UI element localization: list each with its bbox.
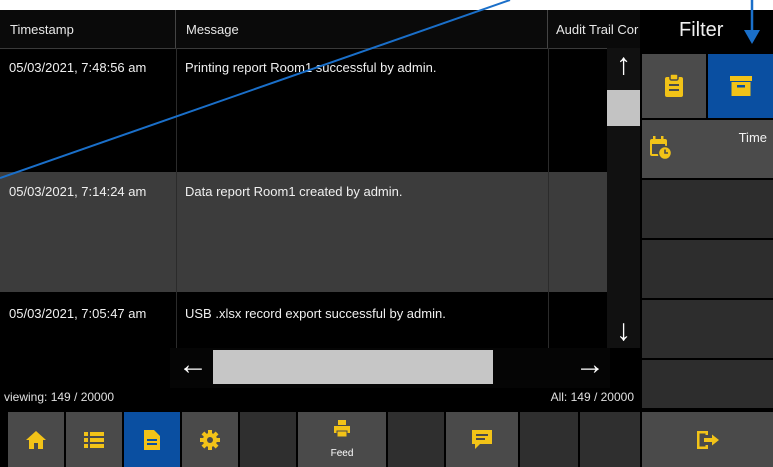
clipboard-icon [665, 74, 683, 97]
logout-icon [696, 430, 719, 449]
empty-toolbar-slot[interactable] [520, 412, 578, 467]
home-icon [26, 430, 46, 449]
row-message: Data report Room1 created by admin. [185, 184, 403, 199]
feed-label: Feed [330, 448, 354, 459]
bottom-toolbar: Feed [0, 408, 773, 467]
vertical-scroll-thumb[interactable] [607, 90, 640, 126]
column-divider [548, 48, 549, 348]
filter-time-label: Time [738, 130, 767, 145]
row-timestamp: 05/03/2021, 7:05:47 am [9, 306, 147, 321]
filter-title: Filter [679, 19, 724, 41]
column-header-audit-trail[interactable]: Audit Trail Cor [548, 10, 640, 48]
row-timestamp: 05/03/2021, 7:14:24 am [9, 184, 147, 199]
filter-slot-button[interactable] [642, 240, 773, 298]
row-timestamp: 05/03/2021, 7:48:56 am [9, 60, 147, 75]
table-body: 05/03/2021, 7:48:56 am Printing report R… [0, 48, 610, 348]
scroll-right-arrow[interactable]: → [575, 350, 605, 380]
scroll-left-arrow[interactable]: ← [178, 350, 208, 380]
column-header-timestamp[interactable]: Timestamp [0, 10, 176, 48]
column-header-message[interactable]: Message [176, 10, 548, 48]
list-icon [84, 431, 104, 448]
empty-toolbar-slot[interactable] [580, 412, 640, 467]
logout-button[interactable] [642, 412, 773, 467]
gear-icon [200, 429, 220, 450]
filter-slot-button[interactable] [642, 300, 773, 358]
table-row[interactable]: 05/03/2021, 7:14:24 am Data report Room1… [0, 172, 610, 292]
table-row[interactable]: 05/03/2021, 7:48:56 am Printing report R… [0, 48, 610, 168]
audit-trail-button[interactable] [124, 412, 180, 467]
archive-icon [729, 76, 752, 96]
filter-archive-button[interactable] [708, 54, 773, 118]
row-message: USB .xlsx record export successful by ad… [185, 306, 446, 321]
messages-button[interactable] [446, 412, 518, 467]
feed-icon [334, 420, 350, 438]
total-count: All: 149 / 20000 [550, 390, 634, 404]
table-header: Timestamp Message Audit Trail Cor [0, 10, 640, 49]
horizontal-scroll-thumb[interactable] [213, 350, 493, 384]
list-button[interactable] [66, 412, 122, 467]
feed-button[interactable]: Feed [298, 412, 386, 467]
home-button[interactable] [8, 412, 64, 467]
filter-panel: Filter Time [642, 10, 773, 410]
viewing-count: viewing: 149 / 20000 [4, 390, 115, 404]
empty-toolbar-slot[interactable] [240, 412, 296, 467]
row-message: Printing report Room1 successful by admi… [185, 60, 437, 75]
settings-button[interactable] [182, 412, 238, 467]
comment-icon [472, 429, 492, 449]
table-row[interactable]: 05/03/2021, 7:05:47 am USB .xlsx record … [0, 294, 610, 348]
filter-clipboard-button[interactable] [642, 54, 706, 118]
audit-trail-screen: Timestamp Message Audit Trail Cor 05/03/… [0, 10, 773, 467]
document-icon [144, 429, 160, 450]
filter-slot-button[interactable] [642, 180, 773, 238]
scroll-up-arrow[interactable]: ↑ [607, 50, 640, 80]
empty-toolbar-slot[interactable] [388, 412, 444, 467]
scroll-down-arrow[interactable]: ↓ [607, 316, 640, 346]
column-divider [176, 48, 177, 348]
filter-slot-button[interactable] [642, 360, 773, 408]
status-bar: viewing: 149 / 20000 All: 149 / 20000 [0, 388, 640, 408]
filter-time-button[interactable]: Time [642, 120, 773, 178]
calendar-clock-icon [650, 136, 672, 160]
